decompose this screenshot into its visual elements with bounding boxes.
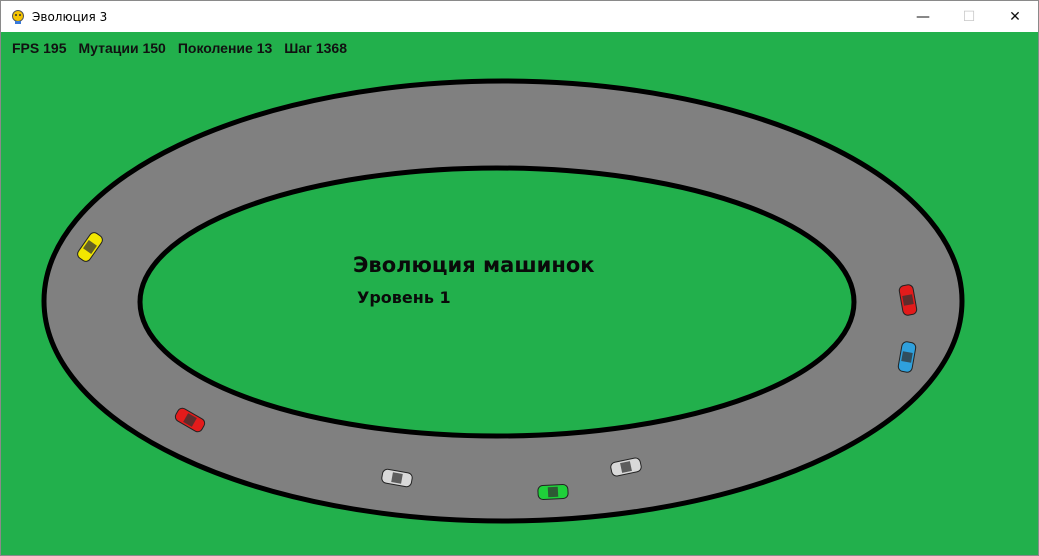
game-window: Эволюция 3 — ☐ ✕ FPS 195 Мутации 150 Пок… [0,0,1039,556]
track-inner-edge [137,165,857,439]
level-label: Уровень 1 [357,288,451,307]
car [537,483,569,501]
mutations-counter: Мутации 150 [78,40,166,56]
minimize-button[interactable]: — [900,1,946,32]
race-track [41,78,965,524]
hud-stats: FPS 195 Мутации 150 Поколение 13 Шаг 136… [12,40,359,56]
title-bar[interactable]: Эволюция 3 — ☐ ✕ [1,1,1038,32]
window-controls: — ☐ ✕ [900,1,1038,32]
fps-counter: FPS 195 [12,40,67,56]
close-button[interactable]: ✕ [992,1,1038,32]
step-counter: Шаг 1368 [284,40,348,56]
game-title: Эволюция машинок [353,253,595,277]
maximize-button[interactable]: ☐ [946,1,992,32]
window-title: Эволюция 3 [32,9,108,24]
game-canvas[interactable]: FPS 195 Мутации 150 Поколение 13 Шаг 136… [1,32,1038,555]
generation-counter: Поколение 13 [177,40,273,56]
pygame-icon [12,9,24,24]
